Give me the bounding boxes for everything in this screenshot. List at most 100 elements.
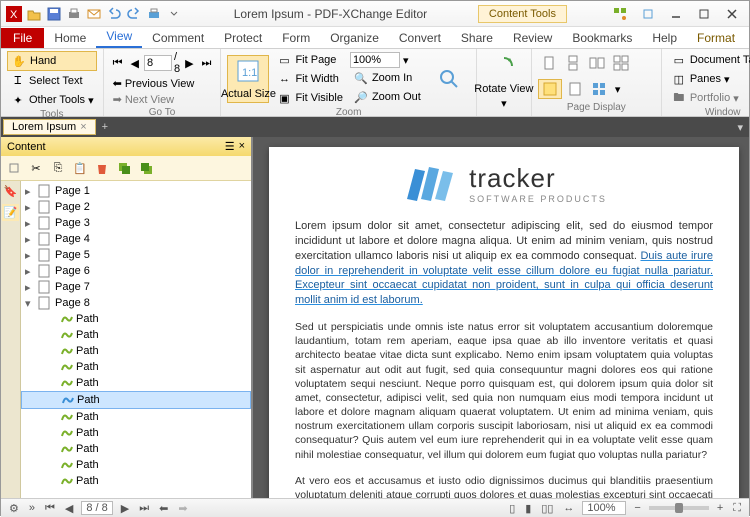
tree-page-item[interactable]: ▸Page 7 — [21, 279, 251, 295]
next-view-button[interactable]: ➡Next View — [110, 92, 215, 107]
tree-toggle-icon[interactable]: ▸ — [25, 281, 35, 294]
scan-icon[interactable] — [145, 5, 163, 23]
maximize-button[interactable] — [691, 5, 717, 23]
cut-icon[interactable]: ✂ — [27, 159, 45, 177]
tree-path-item[interactable]: Path — [21, 311, 251, 327]
sb-single-page-icon[interactable]: ▯ — [507, 502, 517, 515]
app-icon[interactable]: X — [5, 5, 23, 23]
tree-page-item[interactable]: ▸Page 1 — [21, 183, 251, 199]
actual-size-button[interactable]: 1:1 Actual Size — [227, 55, 269, 102]
tree-toggle-icon[interactable]: ▸ — [25, 217, 35, 230]
add-tab-button[interactable]: + — [96, 121, 114, 133]
two-continuous-button[interactable] — [610, 54, 632, 72]
other-tools-button[interactable]: ✦Other Tools▾ — [7, 91, 97, 109]
sb-expand-icon[interactable]: » — [27, 502, 37, 514]
tab-protect[interactable]: Protect — [214, 28, 272, 48]
tab-review[interactable]: Review — [503, 28, 562, 48]
next-page-button[interactable]: ▶ — [182, 56, 196, 71]
tree-path-item[interactable]: Path — [21, 375, 251, 391]
tree-page-item[interactable]: ▸Page 2 — [21, 199, 251, 215]
qat-dropdown-icon[interactable] — [165, 5, 183, 23]
tree-toggle-icon[interactable]: ▸ — [25, 265, 35, 278]
tree-page-item[interactable]: ▾Page 8 — [21, 295, 251, 311]
tree-path-item[interactable]: Path — [21, 441, 251, 457]
show-gaps-button[interactable] — [538, 79, 562, 99]
tree-path-item[interactable]: Path — [21, 473, 251, 489]
sb-zoom-slider[interactable] — [649, 506, 709, 510]
show-cover-button[interactable] — [564, 80, 586, 98]
tree-path-item[interactable]: Path — [21, 359, 251, 375]
tree-page-item[interactable]: ▸Page 3 — [21, 215, 251, 231]
sb-last-page[interactable]: ⏭ — [137, 502, 151, 515]
minimize-button[interactable] — [663, 5, 689, 23]
tree-path-item[interactable]: Path — [21, 425, 251, 441]
thumbnails-button[interactable] — [588, 80, 610, 98]
sb-page-display[interactable]: 8 / 8 — [81, 501, 112, 515]
tree-page-item[interactable]: ▸Page 5 — [21, 247, 251, 263]
select-text-button[interactable]: ᏆSelect Text — [7, 72, 97, 90]
panel-options-icon[interactable]: ☰ — [225, 140, 235, 153]
sb-zoom-in[interactable]: + — [715, 502, 725, 514]
sb-zoom-value[interactable]: 100% — [582, 501, 626, 515]
tab-organize[interactable]: Organize — [320, 28, 389, 48]
fit-width-button[interactable]: ↔Fit Width — [273, 70, 345, 88]
first-page-button[interactable]: ⏮ — [110, 56, 126, 71]
zoom-in-button[interactable]: 🔍Zoom In — [350, 69, 424, 87]
close-button[interactable] — [719, 5, 745, 23]
bring-front-icon[interactable] — [115, 159, 133, 177]
tree-path-item[interactable]: Path — [21, 327, 251, 343]
prev-page-button[interactable]: ◀ — [128, 56, 142, 71]
tree-toggle-icon[interactable]: ▾ — [25, 297, 35, 310]
sb-next-page[interactable]: ▶ — [119, 502, 131, 515]
open-icon[interactable] — [25, 5, 43, 23]
copy-icon[interactable]: ⎘ — [49, 159, 67, 177]
send-back-icon[interactable] — [137, 159, 155, 177]
panel-close-icon[interactable]: × — [239, 140, 245, 153]
fit-visible-button[interactable]: ▣Fit Visible — [273, 89, 345, 107]
sb-options-icon[interactable]: ⚙ — [7, 502, 21, 515]
tree-path-item[interactable]: Path — [21, 343, 251, 359]
tab-share[interactable]: Share — [451, 28, 503, 48]
panes-button[interactable]: ◫Panes▾ — [668, 70, 750, 88]
rotate-view-button[interactable]: Rotate View▾ — [483, 51, 525, 111]
zoom-input[interactable] — [350, 52, 400, 68]
page-input[interactable] — [144, 55, 172, 71]
previous-view-button[interactable]: ⬅Previous View — [110, 76, 215, 91]
tree-toggle-icon[interactable]: ▸ — [25, 233, 35, 246]
email-icon[interactable] — [85, 5, 103, 23]
redo-icon[interactable] — [125, 5, 143, 23]
paste-icon[interactable]: 📋 — [71, 159, 89, 177]
sb-first-page[interactable]: ⏮ — [43, 502, 57, 515]
content-tree[interactable]: ▸Page 1▸Page 2▸Page 3▸Page 4▸Page 5▸Page… — [21, 181, 251, 498]
tree-path-item[interactable]: Path — [21, 391, 251, 409]
tab-home[interactable]: Home — [44, 28, 96, 48]
last-page-button[interactable]: ⏭ — [199, 56, 215, 71]
hand-tool-button[interactable]: ✋Hand — [7, 51, 97, 71]
save-icon[interactable] — [45, 5, 63, 23]
file-tab[interactable]: File — [1, 28, 44, 48]
continuous-button[interactable] — [562, 54, 584, 72]
tab-convert[interactable]: Convert — [389, 28, 451, 48]
sb-fit-icon[interactable]: ↔ — [561, 502, 576, 514]
single-page-button[interactable] — [538, 54, 560, 72]
ui-options-icon[interactable] — [607, 5, 633, 23]
tab-format[interactable]: Format — [687, 28, 745, 48]
quicklaunch-icon[interactable] — [635, 5, 661, 23]
document-tab[interactable]: Lorem Ipsum × — [3, 119, 96, 135]
zoom-marquee-button[interactable] — [428, 64, 470, 94]
portfolio-button[interactable]: 🖿Portfolio▾ — [668, 89, 750, 107]
tree-path-item[interactable]: Path — [21, 409, 251, 425]
fit-page-button[interactable]: ▭Fit Page — [273, 51, 345, 69]
zoom-out-button[interactable]: 🔎Zoom Out — [350, 88, 424, 106]
bookmarks-panel-icon[interactable]: 🔖 — [4, 185, 18, 198]
tree-toggle-icon[interactable]: ▸ — [25, 201, 35, 214]
tabs-menu-button[interactable]: ▾ — [737, 121, 749, 134]
sb-twopage-icon[interactable]: ▯▯ — [539, 502, 555, 515]
sb-prev-view[interactable]: ⬅ — [157, 502, 170, 515]
content-panel-icon[interactable]: 📝 — [2, 204, 20, 221]
tab-bookmarks[interactable]: Bookmarks — [562, 28, 642, 48]
tab-help[interactable]: Help — [642, 28, 687, 48]
sb-continuous-icon[interactable]: ▮ — [523, 502, 533, 515]
sb-zoom-out[interactable]: − — [632, 502, 642, 514]
sb-fullscreen-icon[interactable]: ⛶ — [731, 502, 743, 515]
